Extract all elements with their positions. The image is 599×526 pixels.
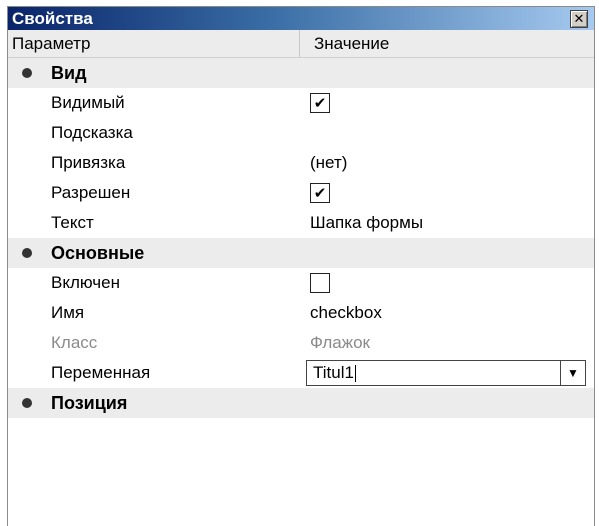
variable-combobox[interactable]: Titul1 ▼	[306, 360, 586, 386]
anchor-value[interactable]: (нет)	[310, 153, 347, 173]
property-row-hint[interactable]: Подсказка	[8, 118, 594, 148]
enabled-checkbox[interactable]: ✔	[310, 183, 330, 203]
panel-title: Свойства	[12, 8, 93, 28]
property-label: Класс	[51, 333, 98, 352]
property-label: Видимый	[51, 93, 125, 112]
check-icon: ✔	[313, 184, 327, 202]
property-row-variable[interactable]: Переменная Titul1 ▼	[8, 358, 594, 388]
property-row-anchor[interactable]: Привязка (нет)	[8, 148, 594, 178]
close-icon[interactable]: ✕	[570, 10, 588, 28]
property-label: Привязка	[51, 153, 126, 172]
property-label: Имя	[51, 303, 85, 322]
check-icon: ✔	[313, 94, 327, 112]
category-bullet-icon	[22, 398, 32, 408]
panel-titlebar: Свойства ✕	[8, 7, 594, 30]
property-label: Разрешен	[51, 183, 131, 202]
property-row-visible[interactable]: Видимый ✔	[8, 88, 594, 118]
category-osnovnye[interactable]: Основные	[8, 238, 594, 268]
text-value[interactable]: Шапка формы	[310, 213, 423, 233]
category-pozitsiya[interactable]: Позиция	[8, 388, 594, 418]
category-bullet-icon	[22, 68, 32, 78]
name-value[interactable]: checkbox	[310, 303, 382, 323]
on-checkbox[interactable]	[310, 273, 330, 293]
chevron-down-icon[interactable]: ▼	[560, 361, 585, 385]
properties-panel: Свойства ✕ Параметр Значение Вид Видимый…	[7, 6, 595, 526]
category-vid[interactable]: Вид	[8, 58, 594, 88]
property-label: Подсказка	[51, 123, 133, 142]
visible-checkbox[interactable]: ✔	[310, 93, 330, 113]
category-bullet-icon	[22, 248, 32, 258]
property-row-on[interactable]: Включен	[8, 268, 594, 298]
column-param-header[interactable]: Параметр	[8, 30, 300, 57]
property-row-text[interactable]: Текст Шапка формы	[8, 208, 594, 238]
variable-input[interactable]: Titul1	[307, 363, 560, 383]
property-label: Включен	[51, 273, 120, 292]
property-label: Текст	[51, 213, 94, 232]
class-value: Флажок	[310, 333, 370, 352]
column-value-header[interactable]: Значение	[300, 30, 594, 57]
property-row-name[interactable]: Имя checkbox	[8, 298, 594, 328]
column-header: Параметр Значение	[8, 30, 594, 58]
property-row-class[interactable]: Класс Флажок	[8, 328, 594, 358]
property-label: Переменная	[51, 363, 151, 382]
category-label: Вид	[51, 62, 87, 83]
property-row-enabled[interactable]: Разрешен ✔	[8, 178, 594, 208]
